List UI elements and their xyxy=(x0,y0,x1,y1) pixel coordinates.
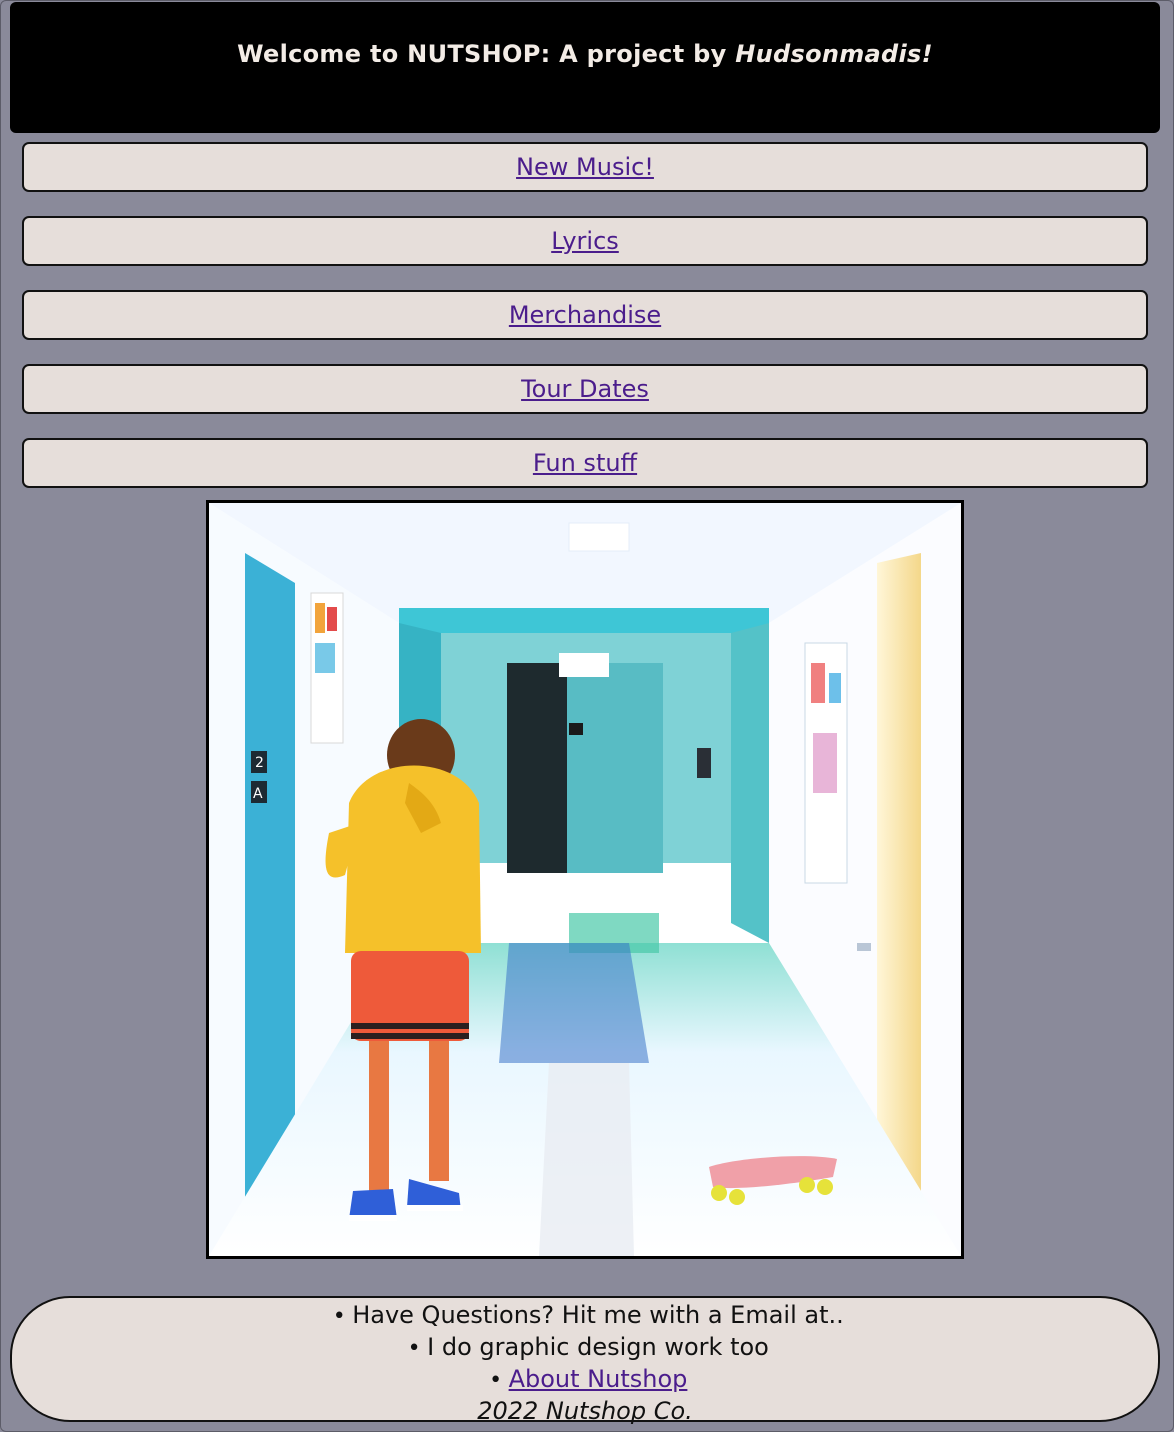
nav-link-lyrics[interactable]: Lyrics xyxy=(551,227,619,255)
nav-link-new-music[interactable]: New Music! xyxy=(516,153,654,181)
footer-item-graphic-design-text: I do graphic design work too xyxy=(427,1333,769,1361)
copyright-text: 2022 Nutshop Co. xyxy=(477,1397,693,1425)
site-title-author: Hudsonmadis! xyxy=(735,40,933,68)
hallway-illustration: 2 A xyxy=(209,503,961,1256)
footer-item-graphic-design: • I do graphic design work too xyxy=(12,1332,1158,1364)
main-nav: New Music! Lyrics Merchandise Tour Dates… xyxy=(22,142,1148,512)
nav-item-fun-stuff: Fun stuff xyxy=(22,438,1148,488)
nav-item-lyrics: Lyrics xyxy=(22,216,1148,266)
site-header: Welcome to NUTSHOP: A project by Hudsonm… xyxy=(10,2,1160,133)
svg-text:2: 2 xyxy=(255,755,264,771)
footer-item-questions: • Have Questions? Hit me with a Email at.… xyxy=(12,1300,1158,1332)
hero-image: 2 A xyxy=(206,500,964,1259)
footer-item-questions-text: Have Questions? Hit me with a Email at.. xyxy=(352,1301,844,1329)
nav-link-tour-dates[interactable]: Tour Dates xyxy=(521,375,649,403)
nav-link-fun-stuff[interactable]: Fun stuff xyxy=(533,449,637,477)
site-footer: • Have Questions? Hit me with a Email at.… xyxy=(10,1296,1160,1425)
svg-text:A: A xyxy=(253,786,263,802)
nav-item-merchandise: Merchandise xyxy=(22,290,1148,340)
nav-link-merchandise[interactable]: Merchandise xyxy=(509,301,661,329)
about-nutshop-link[interactable]: About Nutshop xyxy=(509,1365,688,1393)
bullet-icon: • xyxy=(407,1336,421,1361)
site-title: Welcome to NUTSHOP: A project by Hudsonm… xyxy=(10,2,1160,68)
footer-item-about: • About Nutshop xyxy=(12,1364,1158,1396)
footer-list: • Have Questions? Hit me with a Email at.… xyxy=(12,1300,1158,1396)
nav-item-new-music: New Music! xyxy=(22,142,1148,192)
bullet-icon: • xyxy=(332,1304,346,1329)
bullet-icon: • xyxy=(489,1368,503,1393)
nav-item-tour-dates: Tour Dates xyxy=(22,364,1148,414)
site-title-prefix: Welcome to NUTSHOP: A project by xyxy=(237,40,736,68)
